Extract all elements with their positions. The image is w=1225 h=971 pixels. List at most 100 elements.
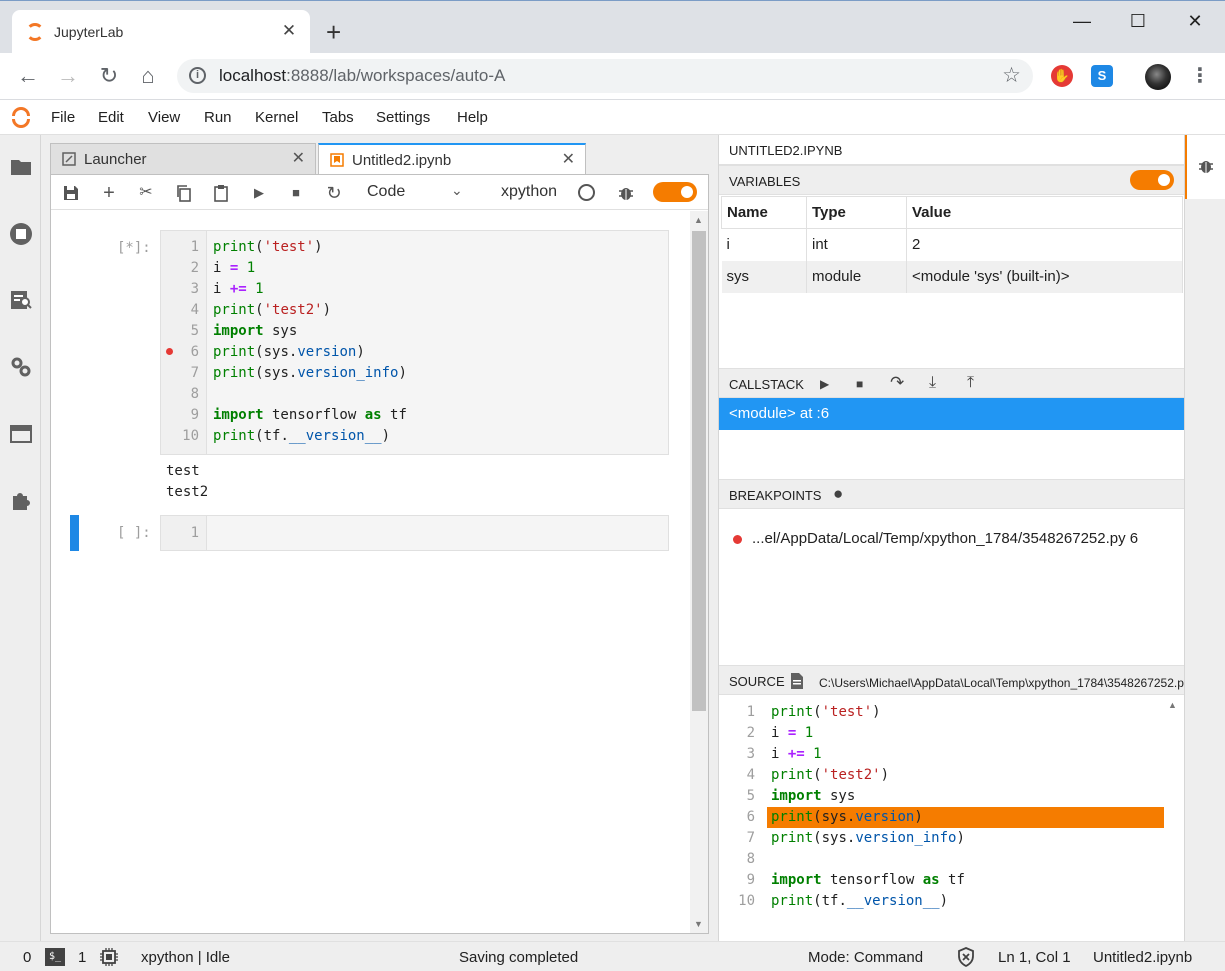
column-header-name[interactable]: Name bbox=[721, 196, 807, 229]
menu-kernel[interactable]: Kernel bbox=[255, 109, 298, 126]
close-window-button[interactable]: ✕ bbox=[1172, 9, 1218, 33]
code-editor[interactable]: 1 bbox=[160, 515, 669, 551]
variable-value: 2 bbox=[906, 228, 1183, 261]
menu-settings[interactable]: Settings bbox=[376, 109, 430, 126]
add-cell-icon[interactable]: + bbox=[98, 182, 120, 204]
variable-row[interactable]: sys module <module 'sys' (built-in)> bbox=[721, 260, 1183, 293]
reload-icon[interactable]: ↻ bbox=[96, 63, 122, 89]
cell-output: test test2 bbox=[166, 461, 208, 503]
breakpoint-entry[interactable]: ...el/AppData/Local/Temp/xpython_1784/35… bbox=[733, 530, 1138, 547]
code-editor[interactable]: 1 2 3 4 5 6 7 8 9 10 print('test') i = 1 i… bbox=[160, 230, 669, 455]
tab-launcher[interactable]: Launcher ✕ bbox=[50, 143, 316, 175]
profile-avatar[interactable] bbox=[1145, 64, 1171, 90]
step-out-icon[interactable]: ⤒ bbox=[967, 374, 974, 392]
terminate-stop-icon[interactable]: ■ bbox=[856, 377, 863, 391]
source-viewer[interactable]: 1 print('test') 2 i = 1 3 i += 1 4 print('test2… bbox=[719, 698, 1185, 941]
run-play-icon[interactable]: ▶ bbox=[248, 182, 270, 204]
stop-square-icon[interactable]: ■ bbox=[285, 182, 307, 204]
notebook-scrollbar[interactable]: ▲ ▼ bbox=[690, 211, 708, 933]
close-notebook-icon[interactable]: ✕ bbox=[562, 149, 575, 169]
site-info-icon[interactable]: i bbox=[189, 67, 206, 84]
debugger-toggle[interactable] bbox=[653, 182, 697, 202]
forward-arrow-icon[interactable]: → bbox=[55, 63, 81, 89]
ublock-icon[interactable]: ✋ bbox=[1051, 65, 1073, 87]
menu-view[interactable]: View bbox=[148, 109, 180, 126]
line-number: 5 bbox=[190, 323, 199, 339]
tab-untitled2[interactable]: Untitled2.ipynb ✕ bbox=[318, 143, 586, 176]
cell-type-select[interactable]: Code ⌄ bbox=[367, 182, 463, 201]
kernel-status[interactable]: xpython | Idle bbox=[141, 949, 230, 966]
extension-puzzle-icon[interactable] bbox=[9, 488, 33, 512]
s-extension-icon[interactable]: S bbox=[1091, 65, 1113, 87]
trusted-shield-icon[interactable] bbox=[957, 947, 975, 967]
terminal-count[interactable]: 0 bbox=[23, 949, 31, 966]
source-code-line: import sys bbox=[771, 788, 856, 804]
column-header-value[interactable]: Value bbox=[906, 196, 1183, 229]
source-header: SOURCE C:\Users\Michael\AppData\Local\Te… bbox=[719, 665, 1185, 695]
source-line-number: 1 bbox=[746, 704, 755, 720]
source-line-number: 2 bbox=[746, 725, 755, 741]
property-inspector-icon[interactable] bbox=[9, 288, 33, 312]
code-line: print(sys.version_info) bbox=[213, 365, 407, 381]
callstack-header: CALLSTACK ▶ ■ ↷ ⤓ ⤒ bbox=[719, 368, 1185, 398]
minimize-window-button[interactable]: — bbox=[1059, 9, 1105, 33]
menu-run[interactable]: Run bbox=[204, 109, 232, 126]
paste-clipboard-icon[interactable] bbox=[210, 182, 232, 204]
scroll-down-icon[interactable]: ▼ bbox=[694, 919, 703, 929]
scrollbar-thumb[interactable] bbox=[692, 231, 706, 711]
line-number: 6 bbox=[190, 344, 199, 360]
address-bar[interactable]: i localhost:8888/lab/workspaces/auto-A ☆ bbox=[177, 59, 1033, 93]
maximize-window-button[interactable]: ☐ bbox=[1115, 9, 1161, 33]
save-icon[interactable] bbox=[60, 182, 82, 204]
new-tab-button[interactable]: + bbox=[326, 19, 341, 45]
source-label: SOURCE bbox=[729, 674, 785, 689]
running-sessions-icon[interactable] bbox=[9, 222, 33, 246]
jupyter-menubar: File Edit View Run Kernel Tabs Settings … bbox=[0, 100, 1225, 135]
source-code-line: i += 1 bbox=[771, 746, 822, 762]
close-launcher-icon[interactable]: ✕ bbox=[292, 148, 305, 168]
debugger-sidebar-tab[interactable] bbox=[1185, 135, 1225, 199]
tab-launcher-label: Launcher bbox=[84, 151, 147, 168]
browser-tab[interactable]: JupyterLab ✕ bbox=[12, 10, 310, 54]
source-scrollbar[interactable]: ▲ bbox=[1166, 700, 1180, 940]
commands-gears-icon[interactable] bbox=[9, 355, 33, 379]
home-icon[interactable]: ⌂ bbox=[135, 63, 161, 89]
open-source-file-icon[interactable] bbox=[789, 672, 805, 690]
folder-icon[interactable] bbox=[9, 155, 33, 179]
cut-scissors-icon[interactable]: ✂ bbox=[135, 182, 157, 204]
menu-tabs[interactable]: Tabs bbox=[322, 109, 354, 126]
line-number: 4 bbox=[190, 302, 199, 318]
kernel-name-button[interactable]: xpython bbox=[501, 183, 557, 201]
step-over-icon[interactable]: ↷ bbox=[890, 373, 904, 393]
back-arrow-icon[interactable]: ← bbox=[15, 63, 41, 89]
step-in-icon[interactable]: ⤓ bbox=[929, 374, 936, 392]
scroll-up-icon[interactable]: ▲ bbox=[1168, 700, 1177, 710]
source-line-number: 3 bbox=[746, 746, 755, 762]
kernel-count[interactable]: 1 bbox=[78, 949, 86, 966]
tabs-window-icon[interactable] bbox=[9, 422, 33, 446]
bookmark-star-icon[interactable]: ☆ bbox=[1002, 63, 1021, 88]
cell-type-value: Code bbox=[367, 183, 406, 200]
restart-icon[interactable]: ↻ bbox=[323, 182, 345, 204]
cursor-position[interactable]: Ln 1, Col 1 bbox=[998, 949, 1071, 966]
menu-help[interactable]: Help bbox=[457, 109, 488, 126]
variable-row[interactable]: i int 2 bbox=[721, 228, 1183, 261]
menu-file[interactable]: File bbox=[51, 109, 75, 126]
continue-play-icon[interactable]: ▶ bbox=[820, 377, 829, 391]
variable-name: i bbox=[721, 228, 807, 261]
browser-menu-icon[interactable]: ⋮ bbox=[1190, 63, 1210, 88]
copy-icon[interactable] bbox=[173, 182, 195, 204]
column-header-type[interactable]: Type bbox=[806, 196, 907, 229]
notebook-toolbar: + ✂ ▶ ■ ↻ Code ⌄ xpython bbox=[51, 175, 708, 210]
variables-view-toggle[interactable] bbox=[1130, 170, 1174, 190]
scroll-up-icon[interactable]: ▲ bbox=[694, 215, 703, 225]
line-number: 1 bbox=[190, 239, 199, 255]
active-cell-collapser[interactable] bbox=[70, 515, 79, 551]
remove-all-breakpoints-icon[interactable]: ● bbox=[833, 484, 843, 504]
menu-edit[interactable]: Edit bbox=[98, 109, 124, 126]
callstack-frame[interactable]: <module> at :6 bbox=[719, 398, 1185, 430]
code-line: print('test2') bbox=[213, 302, 332, 318]
close-tab-icon[interactable]: ✕ bbox=[278, 20, 300, 42]
source-code-line: print(tf.__version__) bbox=[771, 893, 949, 909]
url-text: localhost:8888/lab/workspaces/auto-A bbox=[219, 66, 505, 86]
